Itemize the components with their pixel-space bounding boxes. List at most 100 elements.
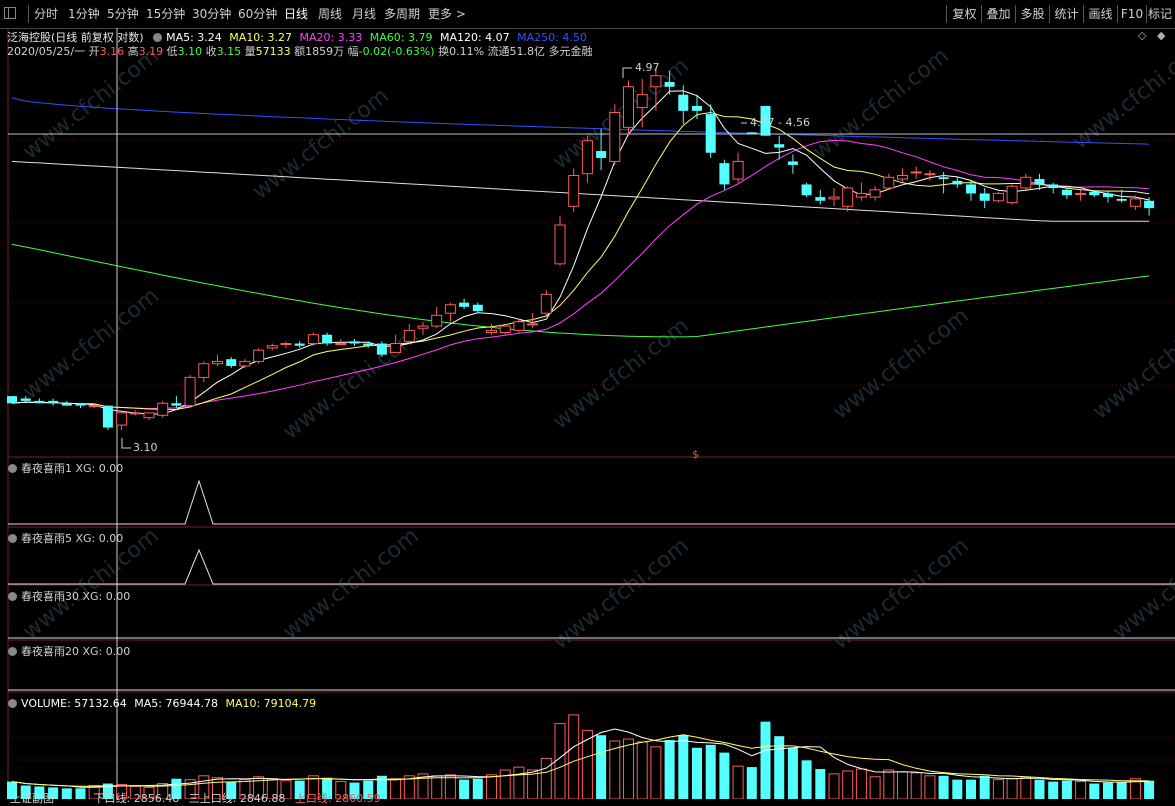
candle-body-down (678, 94, 689, 111)
volume-bar-up (540, 757, 552, 799)
candle-body-up (239, 360, 251, 367)
float-label: 流通 (487, 45, 510, 58)
candle-body-down (349, 341, 360, 344)
settings-dot-icon[interactable] (8, 464, 17, 473)
kline-chart[interactable]: www.cfchi.com www.cfchi.com www.cfchi.com w… (0, 0, 1175, 799)
open-label: 开 (88, 45, 100, 58)
watermark-text: www.cfchi.com (1088, 303, 1175, 424)
dollar-mark: $ (692, 448, 699, 461)
amount-label: 额 (294, 45, 306, 58)
volume-bar-down (1061, 780, 1072, 799)
candle-body-up (992, 192, 1004, 202)
candle-body-down (20, 398, 31, 401)
candle-body-down (459, 302, 470, 307)
volume-bar-up (910, 772, 922, 799)
subpanel-3-name: 春夜喜雨30 (21, 590, 79, 603)
watermark-text: www.cfchi.com (548, 533, 693, 654)
volume-bar-down (815, 769, 826, 799)
candle-body-up (513, 321, 525, 331)
candle-body-up (184, 376, 196, 407)
settings-dot-icon[interactable] (153, 33, 163, 42)
candle-body-up (581, 140, 593, 175)
volume-ma5: MA5: 76944.78 (134, 697, 218, 710)
candle-body-up (88, 405, 100, 408)
settings-dot-icon[interactable] (8, 647, 17, 656)
candle-body-down (719, 163, 730, 185)
candle-body-down (952, 180, 963, 185)
subpanel-1-header: 春夜喜雨1 XG: 0.00 (8, 460, 123, 476)
settings-dot-icon[interactable] (8, 592, 17, 601)
candle-body-down (815, 197, 826, 201)
candle-body-down (1116, 198, 1127, 201)
candle-body-up (431, 314, 443, 327)
watermark-text: www.cfchi.com (248, 83, 393, 204)
settings-dot-icon[interactable] (8, 699, 17, 708)
candle-body-down (705, 114, 716, 153)
candle-body-up (143, 412, 155, 419)
candle-body-down (376, 343, 387, 355)
volume-bar-up (1020, 777, 1032, 799)
volume-bar-up (431, 775, 443, 799)
candle-body-down (226, 359, 237, 366)
candle-body-up (540, 293, 552, 314)
volume-bar-down (705, 744, 716, 799)
candle-body-down (1089, 191, 1100, 196)
volume-bar-up (842, 770, 854, 799)
volume-bar-down (664, 740, 675, 799)
candle-body-up (390, 343, 402, 353)
volume-ma5-line (11, 728, 1150, 788)
diamond-icon[interactable]: ◇ (1138, 29, 1146, 42)
candle-body-up (198, 363, 210, 378)
candle-body-down (746, 132, 757, 135)
candle-body-down (692, 105, 702, 111)
candle-body-up (732, 160, 744, 180)
candle-body-up (1006, 185, 1018, 204)
candle-body-up (855, 192, 867, 198)
candle-body-up (1129, 198, 1141, 207)
candle-body-down (1034, 179, 1045, 185)
candle-body-up (554, 224, 566, 265)
volume-bar-up (486, 774, 497, 799)
volume-bar-up (444, 774, 456, 799)
candle-body-down (801, 184, 812, 196)
high-label: 高 (127, 45, 139, 58)
volume-header: VOLUME: 57132.64 MA5: 76944.78 MA10: 791… (8, 697, 316, 710)
volume-bar-up (869, 776, 881, 799)
volume-value: 57133 (255, 45, 291, 58)
subpanel-1-signal (8, 479, 1175, 525)
volume-ma10-line (11, 734, 1150, 787)
turnover-label: 换 (438, 45, 450, 58)
candle-body-down (294, 343, 305, 346)
candle-body-up (403, 329, 415, 342)
volume-bar-up (390, 778, 402, 799)
volume-bar-down (1089, 783, 1100, 799)
subpanel-4-xg: XG: 0.00 (82, 645, 131, 658)
bar-date: 2020/05/25/一 (7, 45, 86, 58)
candle-body-down (938, 177, 949, 180)
diamond-filled-icon[interactable]: ◆ (1157, 29, 1165, 42)
watermark-text: www.cfchi.com (548, 313, 693, 434)
candle-body-down (979, 193, 990, 201)
volume-bar-down (1103, 782, 1113, 799)
sector-label: 多元金融 (548, 45, 593, 58)
close-value: 3.15 (216, 45, 242, 58)
candle-body-up (116, 412, 128, 426)
range-annotation: 4.57 - 4.56 (750, 116, 810, 129)
candle-body-up (129, 412, 141, 415)
subpanel-2-header: 春夜喜雨5 XG: 0.00 (8, 530, 123, 546)
candle-body-up (910, 171, 922, 174)
low-annotation: 3.10 (133, 441, 158, 454)
candle-body-up (828, 196, 840, 200)
settings-dot-icon[interactable] (8, 534, 17, 543)
candle-body-up (1020, 176, 1032, 189)
subpanel-3-header: 春夜喜雨30 XG: 0.00 (8, 588, 130, 604)
candle-body-down (1061, 189, 1072, 196)
volume-bar-up (650, 746, 662, 799)
volume-bar-up (554, 723, 566, 799)
low-label: 低 (166, 45, 178, 58)
close-label: 收 (205, 45, 217, 58)
subpanel-2-xg: XG: 0.00 (75, 532, 124, 545)
candle-body-up (335, 343, 347, 346)
volume-bar-up (992, 779, 1004, 799)
subpanel-2-signal (8, 548, 1175, 585)
